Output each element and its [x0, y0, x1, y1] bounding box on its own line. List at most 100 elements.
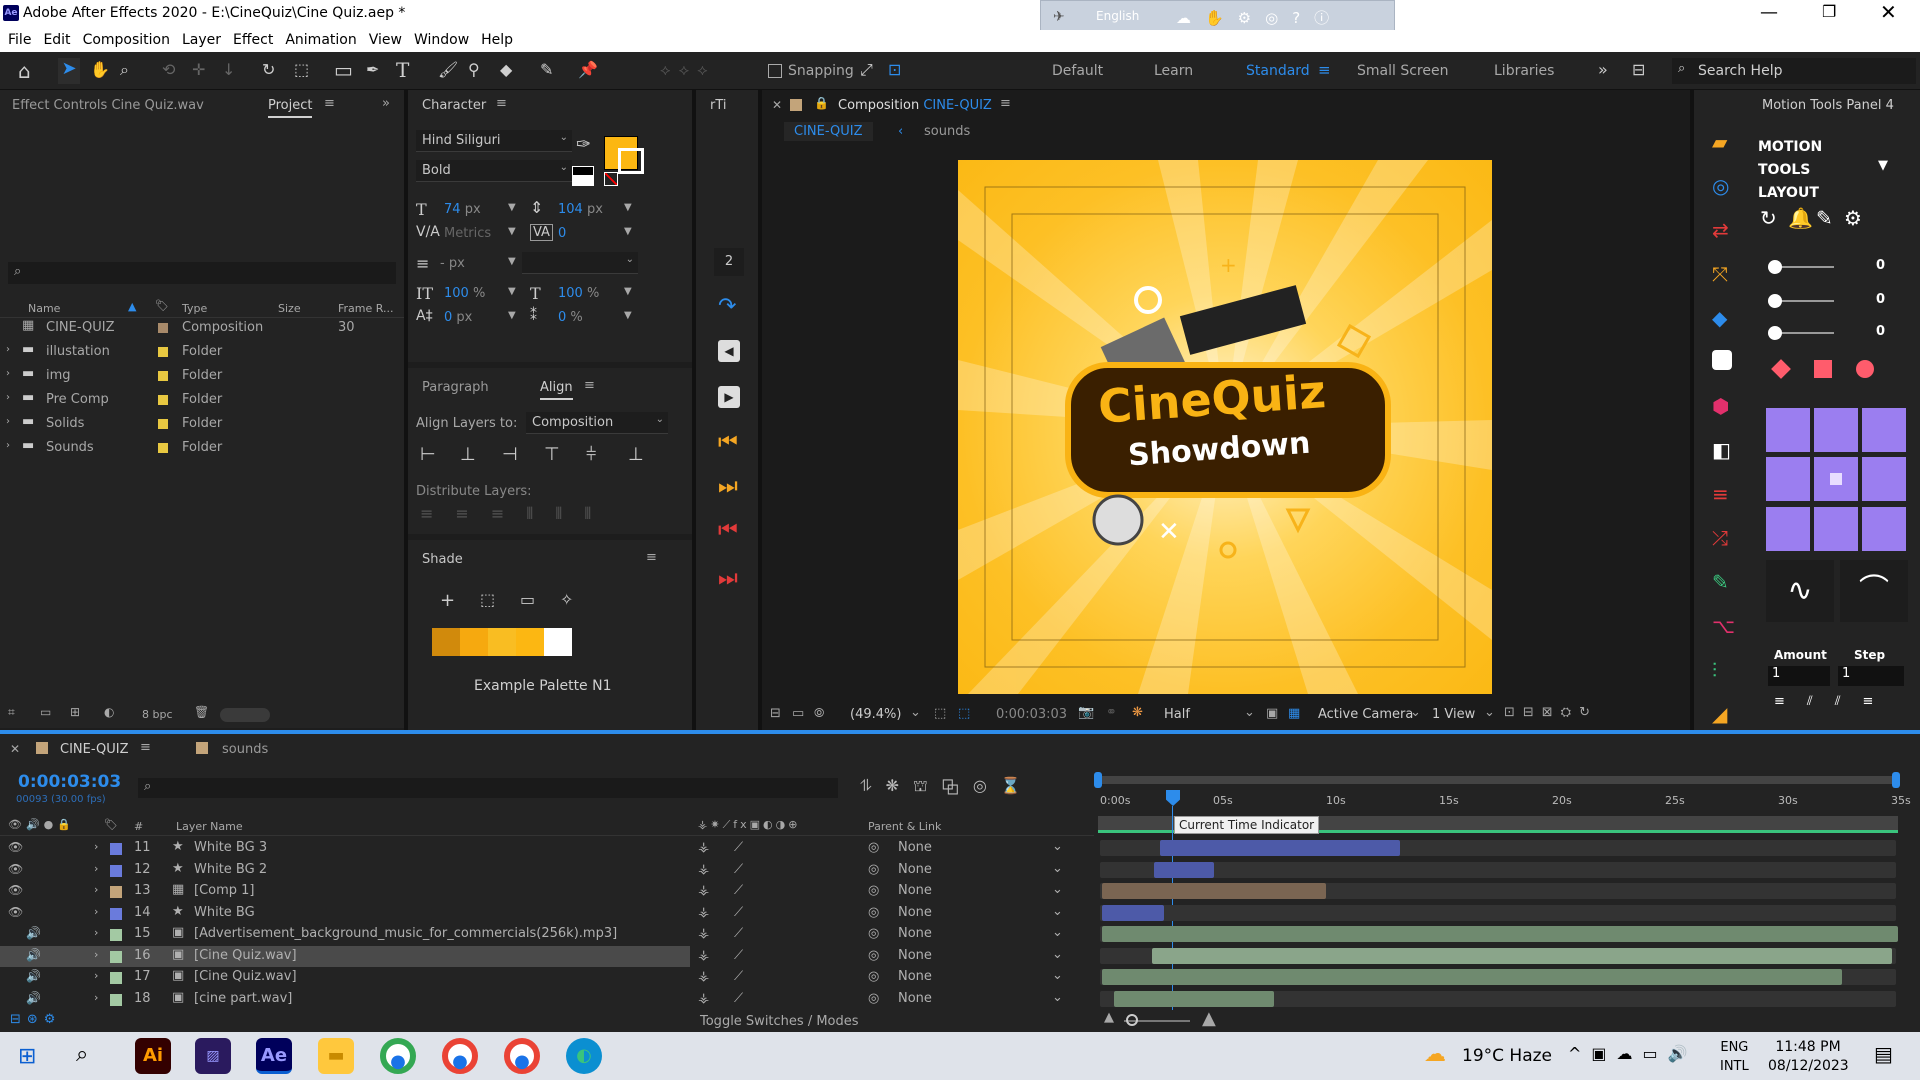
workspace-learn[interactable]: Learn: [1154, 63, 1193, 79]
shade-add-icon[interactable]: +: [440, 590, 455, 611]
transparency-grid-icon[interactable]: ▦: [1288, 706, 1300, 721]
shade-wand-icon[interactable]: ✧: [560, 590, 573, 609]
leading-value[interactable]: 104 px: [558, 202, 603, 217]
parent-pickwhip-icon[interactable]: ◎: [868, 905, 879, 920]
visibility-toggle-icon[interactable]: 👁: [8, 862, 23, 876]
layer-duration-bar[interactable]: [1160, 840, 1400, 856]
layer-duration-bar[interactable]: [1102, 926, 1898, 942]
black-swatch[interactable]: [572, 166, 594, 176]
parent-select[interactable]: None: [898, 840, 932, 855]
camera-select[interactable]: Active Camera: [1318, 707, 1413, 722]
rti-number-box[interactable]: 2: [714, 248, 744, 276]
parent-pickwhip-icon[interactable]: ◎: [868, 969, 879, 984]
parent-chevron-icon[interactable]: ⌄: [1052, 861, 1063, 876]
menu-animation[interactable]: Animation: [279, 30, 362, 48]
parent-select[interactable]: None: [898, 862, 932, 877]
stroke-width-value[interactable]: - px: [440, 256, 465, 271]
snapping-checkbox[interactable]: [768, 64, 782, 78]
col-size[interactable]: Size: [278, 302, 301, 315]
leading-dropdown-icon[interactable]: ▼: [624, 202, 632, 213]
comp-menu-icon[interactable]: ≡: [1000, 96, 1011, 111]
label-swatch[interactable]: [158, 443, 168, 453]
audio-toggle-icon[interactable]: 🔊: [26, 948, 41, 962]
breadcrumb-cine-quiz[interactable]: CINE-QUIZ: [784, 122, 873, 141]
camera-chevron-icon[interactable]: ⌄: [1410, 705, 1421, 720]
brush-tool-icon[interactable]: 🖌: [438, 60, 458, 79]
tsume-value[interactable]: 0 %: [558, 310, 583, 325]
layer-row[interactable]: 👁 › 13 ▦ [Comp 1] ⚶ ⟋ ◎ None ⌄: [0, 881, 1094, 902]
palette-swatch[interactable]: [516, 628, 544, 656]
vertical-scale-dropdown-icon[interactable]: ▼: [508, 286, 516, 297]
tracking-dropdown-icon[interactable]: ▼: [624, 226, 632, 237]
project-item[interactable]: ▦ CINE-QUIZ Composition 30: [0, 316, 404, 340]
layer-duration-bar[interactable]: [1154, 861, 1214, 878]
horizontal-scale-value[interactable]: 100 %: [558, 286, 599, 301]
roto-brush-tool-icon[interactable]: ✎: [540, 60, 553, 79]
no-color-swatch[interactable]: [604, 172, 618, 186]
menu-layer[interactable]: Layer: [176, 30, 227, 48]
align-bottom-icon[interactable]: ⊥: [628, 444, 644, 465]
col-name[interactable]: Name: [28, 302, 60, 315]
time-navigator[interactable]: [1098, 776, 1898, 784]
layer-label-swatch[interactable]: [110, 993, 122, 1006]
hand-tool-icon[interactable]: ✋: [90, 60, 110, 79]
layer-label-swatch[interactable]: [110, 843, 122, 855]
parent-pickwhip-icon[interactable]: ◎: [868, 991, 879, 1006]
zoom-out-icon[interactable]: ▲: [1104, 1010, 1114, 1025]
parent-chevron-icon[interactable]: ⌄: [1052, 990, 1063, 1005]
pen-tool-icon[interactable]: ✒: [366, 60, 379, 79]
tab-shade[interactable]: Shade: [422, 552, 463, 567]
swap-icon[interactable]: ⇄: [1712, 218, 1729, 242]
slider-2-knob[interactable]: [1768, 294, 1782, 308]
shy-switch-icon[interactable]: ⚶: [698, 905, 709, 920]
redo-arrow-icon[interactable]: ↷: [718, 294, 736, 319]
toggle-switches-modes[interactable]: Toggle Switches / Modes: [700, 1014, 859, 1029]
tab-motion-tools[interactable]: Motion Tools Panel 4: [1762, 98, 1894, 113]
twirl-arrow-icon[interactable]: ›: [94, 948, 98, 961]
parent-pickwhip-icon[interactable]: ◎: [868, 862, 879, 877]
layer-duration-bar[interactable]: [1152, 947, 1892, 964]
workspace-menu-icon[interactable]: ≡: [1318, 61, 1331, 79]
vr-icon[interactable]: ⦾: [814, 706, 824, 721]
amount-input[interactable]: 1: [1768, 666, 1830, 686]
parent-chevron-icon[interactable]: ⌄: [1052, 882, 1063, 897]
shy-switch-icon[interactable]: ⚶: [698, 991, 709, 1006]
white-swatch[interactable]: [572, 176, 594, 186]
quality-switch-icon[interactable]: ⟋: [734, 926, 743, 941]
twirl-arrow-icon[interactable]: ›: [94, 905, 98, 918]
lock-icon[interactable]: 🔒: [814, 96, 829, 110]
twirl-arrow-icon[interactable]: ›: [94, 883, 98, 896]
parent-select[interactable]: None: [898, 948, 932, 963]
align-top-icon[interactable]: ⊤: [544, 444, 560, 465]
comp-tab[interactable]: Composition CINE-QUIZ: [838, 98, 992, 113]
workspace-overflow-icon[interactable]: »: [1598, 60, 1608, 79]
render-icons[interactable]: ⊟⊛⚙: [10, 1012, 61, 1027]
workspace-standard[interactable]: Standard: [1246, 63, 1310, 79]
expand-arrow-icon[interactable]: ›: [6, 416, 10, 427]
anchor-cell[interactable]: [1766, 408, 1810, 452]
resolution-select[interactable]: Half: [1164, 707, 1190, 722]
layer-label-swatch[interactable]: [110, 907, 122, 920]
anchor-cell[interactable]: [1766, 506, 1810, 551]
new-folder-icon[interactable]: ▭: [40, 705, 51, 719]
parent-chevron-icon[interactable]: ⌄: [1052, 968, 1063, 983]
view-chevron-icon[interactable]: ⌄: [1484, 705, 1495, 720]
parent-pickwhip-icon[interactable]: ◎: [868, 948, 879, 963]
twirl-arrow-icon[interactable]: ›: [94, 926, 98, 939]
snap-edges-icon[interactable]: ⤢: [860, 60, 873, 80]
layer-row[interactable]: 👁 › 12 ★ White BG 2 ⚶ ⟋ ◎ None ⌄: [0, 860, 1094, 881]
view-select[interactable]: 1 View: [1432, 707, 1475, 722]
workspace-default[interactable]: Default: [1052, 63, 1103, 79]
workspace-libraries[interactable]: Libraries: [1494, 63, 1554, 79]
layer-row[interactable]: 🔊 › 16 ▣ [Cine Quiz.wav] ⚶ ⟋ ◎ None ⌄: [0, 945, 1063, 967]
expand-icon[interactable]: ⤧: [1712, 262, 1728, 286]
project-item[interactable]: › ▬ img Folder: [0, 364, 404, 388]
menu-edit[interactable]: Edit: [37, 30, 76, 48]
quality-switch-icon[interactable]: ⟋: [734, 840, 743, 855]
parent-select[interactable]: None: [898, 991, 932, 1006]
zoom-slider-knob[interactable]: [1126, 1014, 1138, 1026]
timeline-menu-icon[interactable]: ≡: [140, 740, 151, 755]
col-parent[interactable]: Parent & Link: [868, 820, 941, 833]
layer-label-swatch[interactable]: [110, 929, 122, 941]
menu-effect[interactable]: Effect: [227, 30, 279, 48]
